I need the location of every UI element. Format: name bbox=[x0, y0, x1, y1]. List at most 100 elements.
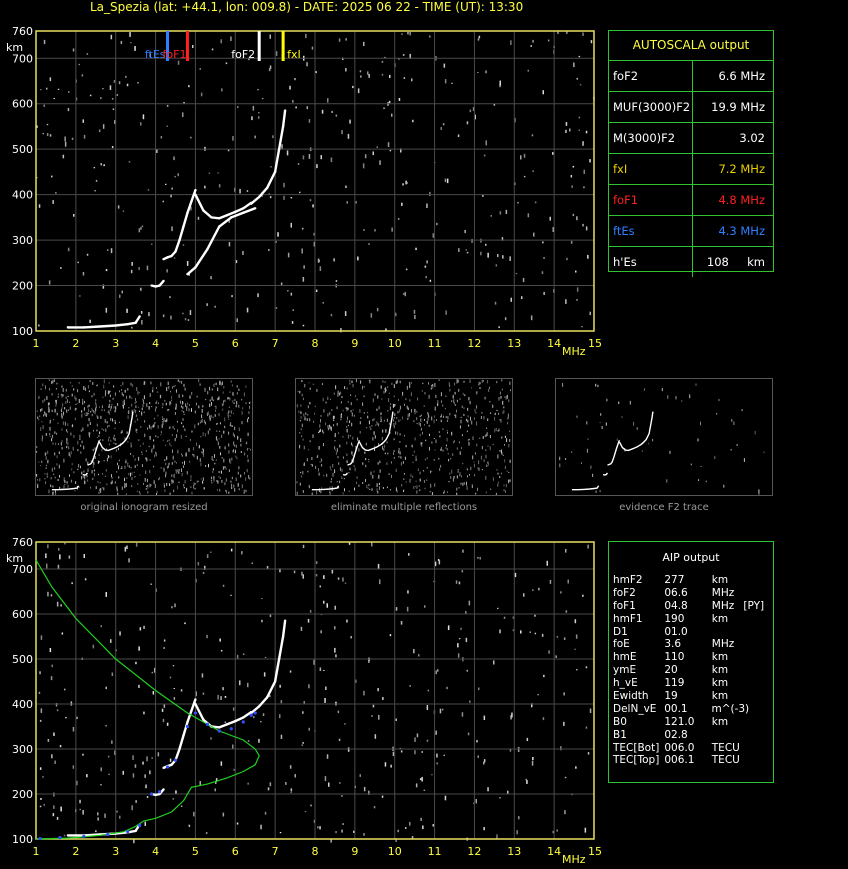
thumb-speckle bbox=[336, 481, 338, 483]
thumb-speckle bbox=[139, 474, 141, 476]
noise-speckle bbox=[269, 34, 271, 39]
autoscala-value: 6.6 MHz bbox=[718, 69, 765, 83]
thumb-speckle bbox=[171, 474, 173, 477]
thumb-speckle bbox=[127, 441, 129, 443]
thumb-speckle bbox=[469, 401, 471, 405]
aip-row: D1 01.0 bbox=[609, 626, 773, 639]
aip-point bbox=[249, 713, 253, 717]
thumb-speckle bbox=[413, 450, 415, 453]
thumb-speckle bbox=[64, 480, 66, 483]
thumb-speckle bbox=[238, 466, 240, 470]
noise-speckle bbox=[40, 635, 43, 640]
aip-cell: foF1 bbox=[613, 599, 636, 612]
thumb-speckle bbox=[196, 442, 197, 446]
noise-speckle bbox=[480, 238, 482, 243]
thumb-speckle bbox=[155, 408, 156, 412]
noise-speckle bbox=[162, 314, 165, 318]
thumb-speckle bbox=[434, 483, 436, 487]
noise-speckle bbox=[522, 278, 525, 283]
thumb-speckle bbox=[169, 401, 171, 406]
noise-speckle bbox=[344, 311, 347, 316]
thumb-speckle bbox=[145, 457, 147, 460]
thumb-speckle bbox=[169, 483, 171, 486]
thumb-speckle bbox=[162, 439, 164, 441]
thumb-speckle bbox=[71, 393, 73, 397]
thumb-speckle bbox=[236, 392, 238, 395]
noise-speckle bbox=[137, 82, 139, 84]
y-tick-label: 100 bbox=[12, 833, 33, 846]
thumb-speckle bbox=[170, 445, 172, 447]
thumb-speckle bbox=[66, 445, 68, 449]
thumb-speckle bbox=[447, 416, 449, 420]
thumb-speckle bbox=[145, 450, 147, 452]
noise-speckle bbox=[221, 88, 223, 92]
thumb-speckle bbox=[344, 488, 345, 492]
trace-point bbox=[190, 200, 193, 203]
noise-speckle bbox=[497, 254, 499, 258]
thumb-speckle bbox=[302, 490, 304, 493]
thumb-speckle bbox=[201, 418, 203, 423]
thumb-speckle bbox=[200, 478, 202, 480]
noise-speckle bbox=[498, 326, 500, 329]
thumb-speckle bbox=[44, 412, 46, 416]
thumb-speckle bbox=[373, 470, 375, 473]
thumb-speckle bbox=[216, 489, 218, 491]
noise-speckle bbox=[67, 247, 70, 252]
noise-speckle bbox=[210, 737, 212, 740]
noise-speckle bbox=[38, 691, 41, 694]
noise-speckle bbox=[416, 733, 419, 738]
noise-speckle bbox=[478, 35, 481, 39]
thumb-speckle bbox=[149, 393, 151, 397]
thumb-speckle bbox=[336, 451, 338, 455]
noise-speckle bbox=[391, 113, 393, 117]
thumb-speckle bbox=[385, 429, 387, 433]
thumb-speckle bbox=[299, 444, 301, 449]
thumb-speckle bbox=[67, 441, 69, 446]
thumb-speckle bbox=[365, 458, 367, 461]
thumb-speckle bbox=[213, 383, 215, 387]
thumb-speckle bbox=[372, 398, 374, 403]
noise-speckle bbox=[173, 688, 175, 689]
noise-speckle bbox=[377, 688, 379, 692]
thumb-speckle bbox=[75, 481, 77, 484]
noise-speckle bbox=[280, 282, 283, 286]
thumb-speckle bbox=[137, 418, 139, 421]
thumb-speckle bbox=[245, 477, 247, 481]
thumb-speckle bbox=[85, 415, 87, 417]
thumb-speckle bbox=[90, 486, 91, 489]
thumb-speckle bbox=[509, 430, 511, 432]
aip-cell: 110 bbox=[664, 651, 685, 664]
thumb-speckle bbox=[504, 435, 506, 438]
thumb-speckle bbox=[368, 460, 370, 463]
noise-speckle bbox=[398, 98, 401, 101]
thumb-speckle bbox=[327, 427, 329, 431]
noise-speckle bbox=[302, 155, 305, 160]
thumb-speckle bbox=[156, 387, 157, 390]
thumb-speckle bbox=[501, 388, 503, 391]
thumb-speckle bbox=[365, 479, 366, 482]
trace-point bbox=[265, 186, 269, 190]
noise-speckle bbox=[440, 127, 442, 130]
thumb-speckle bbox=[130, 442, 132, 446]
x-tick-label: 3 bbox=[112, 845, 119, 858]
thumb-speckle bbox=[695, 383, 697, 386]
noise-speckle bbox=[308, 727, 310, 731]
thumb-speckle bbox=[184, 480, 186, 484]
thumb-speckle bbox=[354, 487, 355, 491]
noise-speckle bbox=[342, 577, 344, 582]
aip-cell: km bbox=[711, 664, 729, 677]
thumb-speckle bbox=[229, 397, 231, 401]
thumb-speckle bbox=[454, 382, 455, 386]
noise-speckle bbox=[543, 257, 545, 259]
noise-speckle bbox=[132, 755, 134, 760]
noise-speckle bbox=[302, 324, 305, 327]
thumb-speckle bbox=[407, 407, 409, 411]
noise-speckle bbox=[465, 249, 467, 251]
autoscala-value: 108 km bbox=[706, 255, 765, 269]
thumb-speckle bbox=[489, 401, 491, 403]
thumb-speckle bbox=[472, 455, 474, 460]
thumb-speckle bbox=[618, 401, 620, 404]
noise-speckle bbox=[122, 770, 124, 775]
noise-speckle bbox=[352, 85, 354, 89]
thumb-speckle bbox=[404, 435, 405, 437]
